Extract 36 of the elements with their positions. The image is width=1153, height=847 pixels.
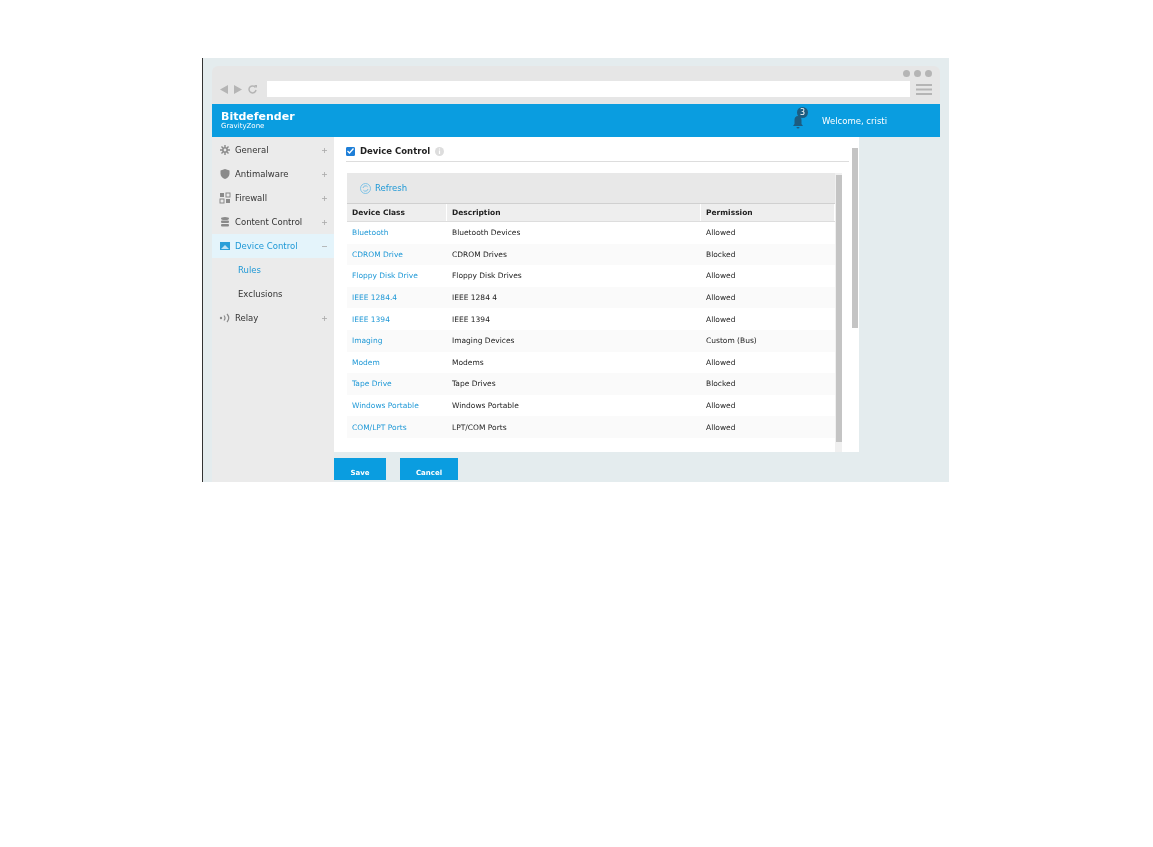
window-dots-icon <box>903 70 932 78</box>
expand-icon[interactable] <box>322 171 327 177</box>
scrollbar[interactable] <box>835 173 842 452</box>
back-icon[interactable] <box>220 84 228 94</box>
sidebar-subitem[interactable]: Exclusions <box>212 282 334 306</box>
sidebar-item[interactable]: Antimalware <box>212 162 334 186</box>
bell-icon[interactable] <box>792 114 805 129</box>
section-icon <box>219 144 231 156</box>
reload-icon[interactable] <box>248 84 257 94</box>
collapse-icon[interactable] <box>322 243 327 249</box>
forward-icon[interactable] <box>234 84 242 94</box>
refresh-icon <box>360 182 371 194</box>
sidebar-subitem[interactable]: Rules <box>212 258 334 282</box>
expand-icon[interactable] <box>322 147 327 153</box>
device-control-checkbox[interactable] <box>346 146 355 156</box>
sidebar-item[interactable]: Device Control <box>212 234 334 258</box>
section-icon <box>219 312 231 324</box>
info-icon[interactable] <box>435 146 445 156</box>
welcome-text: Welcome, cristi <box>822 115 887 126</box>
menu-icon[interactable] <box>916 83 932 95</box>
sidebar-item[interactable]: Content Control <box>212 210 334 234</box>
section-icon <box>219 240 231 252</box>
refresh-button[interactable]: Refresh <box>360 182 408 194</box>
section-icon <box>219 192 231 204</box>
section-title: Device Control <box>360 146 431 156</box>
section-icon <box>219 216 231 228</box>
sidebar-item[interactable]: Firewall <box>212 186 334 210</box>
section-icon <box>219 168 231 180</box>
sidebar-item[interactable]: General <box>212 138 334 162</box>
expand-icon[interactable] <box>322 315 327 321</box>
address-field[interactable] <box>267 81 910 97</box>
expand-icon[interactable] <box>322 219 327 225</box>
sidebar-item[interactable]: Relay <box>212 306 334 330</box>
expand-icon[interactable] <box>322 195 327 201</box>
brand-name: Bitdefender <box>221 111 295 122</box>
notification-badge: 3 <box>797 106 809 118</box>
